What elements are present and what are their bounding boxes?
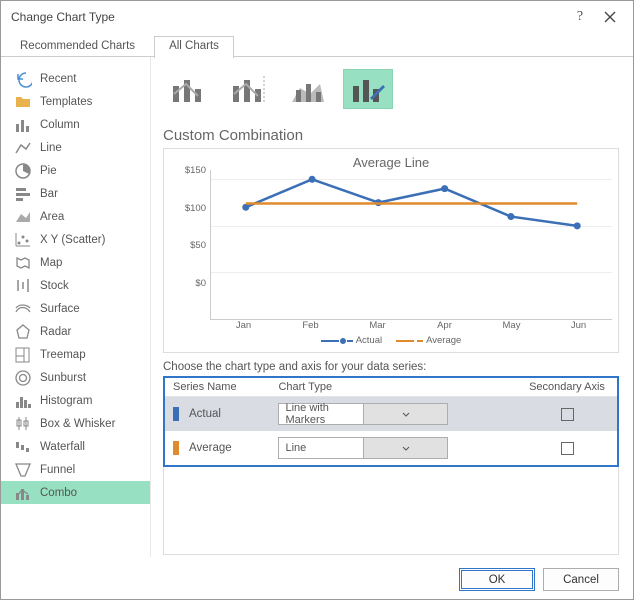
cancel-button[interactable]: Cancel	[543, 568, 619, 591]
sidebar-item-waterfall[interactable]: Waterfall	[1, 435, 150, 458]
chart-title: Average Line	[170, 155, 612, 170]
sidebar-item-stock[interactable]: Stock	[1, 274, 150, 297]
subtype-clustered-column-line-secondary[interactable]	[223, 69, 273, 109]
treemap-icon	[13, 347, 33, 363]
ok-button[interactable]: OK	[459, 568, 535, 591]
help-icon[interactable]: ?	[565, 2, 595, 32]
pie-icon	[13, 163, 33, 179]
stock-icon	[13, 278, 33, 294]
sidebar-item-combo[interactable]: Combo	[1, 481, 150, 504]
undo-icon	[13, 71, 33, 87]
col-series-name: Series Name	[165, 378, 270, 397]
series-instruction: Choose the chart type and axis for your …	[163, 361, 619, 373]
secondary-axis-checkbox[interactable]	[561, 408, 574, 421]
sidebar-item-area[interactable]: Area	[1, 205, 150, 228]
col-secondary-axis: Secondary Axis	[517, 378, 617, 397]
sidebar-item-line[interactable]: Line	[1, 136, 150, 159]
chart-type-sidebar: RecentTemplatesColumnLinePieBarAreaX Y (…	[1, 57, 151, 557]
series-row[interactable]: Average Line	[165, 431, 617, 465]
sidebar-item-radar[interactable]: Radar	[1, 320, 150, 343]
series-name-text: Average	[189, 442, 232, 454]
sidebar-item-map[interactable]: Map	[1, 251, 150, 274]
title-bar: Change Chart Type ?	[1, 1, 633, 33]
tab-all[interactable]: All Charts	[154, 36, 234, 58]
series-name-text: Actual	[189, 408, 221, 420]
legend: Actual Average	[170, 335, 612, 346]
sidebar-item-bar[interactable]: Bar	[1, 182, 150, 205]
series-panel-empty	[163, 467, 619, 555]
chevron-down-icon	[363, 438, 448, 458]
histogram-icon	[13, 393, 33, 409]
tab-recommended[interactable]: Recommended Charts	[5, 36, 150, 58]
series-color-swatch	[173, 407, 179, 421]
subtype-custom[interactable]	[343, 69, 393, 109]
window-title: Change Chart Type	[11, 10, 565, 24]
chart-type-dropdown[interactable]: Line	[278, 437, 448, 459]
tab-strip: Recommended Charts All Charts	[1, 35, 633, 57]
sidebar-item-templates[interactable]: Templates	[1, 90, 150, 113]
subtype-stacked-area-column[interactable]	[283, 69, 333, 109]
area-icon	[13, 209, 33, 225]
sunburst-icon	[13, 370, 33, 386]
sidebar-item-treemap[interactable]: Treemap	[1, 343, 150, 366]
sidebar-item-column[interactable]: Column	[1, 113, 150, 136]
subtitle: Custom Combination	[163, 127, 619, 144]
chart-preview: Average Line $150 $100 $50 $0 JanFebMarA…	[163, 148, 619, 353]
subtype-row	[163, 69, 619, 113]
column-icon	[13, 117, 33, 133]
dialog-footer: OK Cancel	[1, 560, 633, 599]
series-table: Series Name Chart Type Secondary Axis Ac…	[163, 376, 619, 467]
line-icon	[13, 140, 33, 156]
sidebar-item-surface[interactable]: Surface	[1, 297, 150, 320]
folder-icon	[13, 94, 33, 110]
surface-icon	[13, 301, 33, 317]
sidebar-item-funnel[interactable]: Funnel	[1, 458, 150, 481]
series-color-swatch	[173, 441, 179, 455]
waterfall-icon	[13, 439, 33, 455]
close-icon[interactable]	[595, 2, 625, 32]
sidebar-item-sunburst[interactable]: Sunburst	[1, 366, 150, 389]
scatter-icon	[13, 232, 33, 248]
map-icon	[13, 255, 33, 271]
subtype-clustered-column-line[interactable]	[163, 69, 213, 109]
secondary-axis-checkbox[interactable]	[561, 442, 574, 455]
col-chart-type: Chart Type	[270, 378, 517, 397]
sidebar-item-x-y-scatter-[interactable]: X Y (Scatter)	[1, 228, 150, 251]
chevron-down-icon	[363, 404, 448, 424]
series-row[interactable]: Actual Line with Markers	[165, 397, 617, 432]
plot-area	[210, 170, 612, 320]
radar-icon	[13, 324, 33, 340]
boxwhisker-icon	[13, 416, 33, 432]
funnel-icon	[13, 462, 33, 478]
main-panel: Custom Combination Average Line $150 $10…	[151, 57, 633, 557]
sidebar-item-pie[interactable]: Pie	[1, 159, 150, 182]
sidebar-item-recent[interactable]: Recent	[1, 67, 150, 90]
y-axis-labels: $150 $100 $50 $0	[170, 170, 210, 320]
sidebar-item-box-whisker[interactable]: Box & Whisker	[1, 412, 150, 435]
combo-icon	[13, 485, 33, 501]
sidebar-item-histogram[interactable]: Histogram	[1, 389, 150, 412]
bar-icon	[13, 186, 33, 202]
x-axis-labels: JanFebMarAprMayJun	[210, 320, 612, 331]
chart-type-dropdown[interactable]: Line with Markers	[278, 403, 448, 425]
